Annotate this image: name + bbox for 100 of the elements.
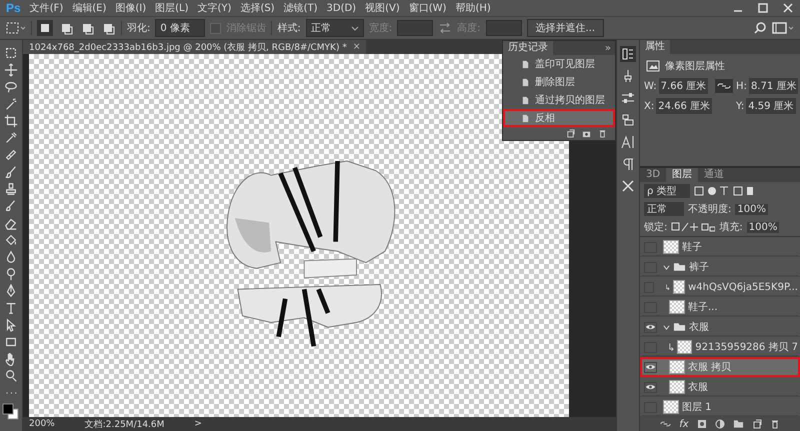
- layer-name: 衣服 拷贝: [688, 360, 732, 374]
- eraser-icon[interactable]: [4, 216, 18, 230]
- menu-item[interactable]: 图层(L): [155, 1, 189, 15]
- bucket-icon[interactable]: [4, 233, 18, 247]
- rectangle-icon[interactable]: [4, 335, 18, 349]
- drop-icon[interactable]: [4, 250, 18, 264]
- expand-caret-icon[interactable]: [663, 324, 670, 330]
- folder-icon: [673, 322, 686, 332]
- selection-mode-icon[interactable]: [37, 20, 53, 36]
- history-brush-icon[interactable]: [4, 199, 18, 213]
- lock-icons-drawing[interactable]: [671, 222, 716, 232]
- app-logo[interactable]: Ps: [6, 1, 21, 15]
- blend-mode-dropdown[interactable]: 正常: [644, 202, 684, 216]
- menu-item[interactable]: 帮助(H): [455, 1, 491, 15]
- layer-name: 衣服: [688, 380, 708, 394]
- width-field[interactable]: [397, 20, 434, 36]
- link-icon[interactable]: [715, 79, 734, 93]
- history-item[interactable]: 删除图层: [503, 73, 615, 91]
- menu-item[interactable]: 图像(I): [115, 1, 146, 15]
- layer-row[interactable]: w4hQsVQ6ja5E5K9P...: [640, 277, 800, 297]
- menu-item[interactable]: 窗口(W): [408, 1, 446, 15]
- panel-tab[interactable]: 3D: [640, 168, 666, 182]
- fill-field[interactable]: 100%: [746, 222, 780, 232]
- collapse-button[interactable]: »: [604, 42, 611, 54]
- wand-icon[interactable]: [4, 97, 18, 111]
- menu-item[interactable]: 视图(V): [365, 1, 400, 15]
- link-icon[interactable]: [660, 420, 672, 428]
- path-select-icon[interactable]: [4, 318, 18, 332]
- history-item[interactable]: 通过拷贝的图层: [503, 91, 615, 109]
- dodge-icon[interactable]: [4, 267, 18, 281]
- mask-icon[interactable]: [696, 419, 707, 429]
- eyedropper-icon[interactable]: [4, 131, 18, 145]
- layer-row[interactable]: 衣服: [640, 317, 800, 337]
- move-icon[interactable]: [4, 63, 18, 77]
- fill-label: 填充:: [719, 220, 743, 234]
- zoom-icon[interactable]: [4, 369, 18, 383]
- dimension-field[interactable]: 4.59 厘米: [746, 98, 796, 114]
- folder-icon[interactable]: [732, 419, 744, 429]
- sliders-icon[interactable]: [620, 90, 636, 106]
- opacity-field[interactable]: 100%: [735, 204, 768, 214]
- menu-item[interactable]: 编辑(E): [72, 1, 106, 15]
- history-item[interactable]: 反相: [503, 109, 615, 127]
- menu-item[interactable]: 3D(D): [326, 2, 356, 14]
- height-field[interactable]: [486, 20, 522, 36]
- properties-tab[interactable]: 属性: [640, 40, 670, 54]
- layer-name: 图层 1: [682, 401, 712, 414]
- tab-close-button[interactable]: ×: [352, 42, 360, 52]
- eye-icon[interactable]: [644, 362, 657, 372]
- layer-row[interactable]: 鞋子: [640, 237, 800, 257]
- menu-item[interactable]: 滤镜(T): [284, 1, 318, 15]
- trash-icon[interactable]: [598, 129, 607, 138]
- history-icon[interactable]: [620, 46, 636, 62]
- new-document-icon[interactable]: [566, 129, 575, 138]
- character-icon[interactable]: [620, 134, 636, 150]
- history-item[interactable]: 盖印可见图层: [503, 55, 615, 73]
- adjustment-icon[interactable]: [714, 419, 725, 429]
- bandage-icon[interactable]: [4, 148, 18, 162]
- history-tab[interactable]: 历史记录: [503, 41, 553, 55]
- type-tool-icon[interactable]: [4, 301, 18, 315]
- layer-row[interactable]: 衣服 拷贝: [640, 357, 800, 377]
- dimension-field[interactable]: 24.66 厘米: [656, 98, 712, 114]
- trash-icon[interactable]: [770, 419, 780, 429]
- layer-row[interactable]: 裤子: [640, 257, 800, 277]
- refine-button[interactable]: 选择并遮住...: [526, 19, 604, 37]
- layer-thumbnail: [669, 380, 685, 394]
- crop-icon[interactable]: [4, 114, 18, 128]
- layer-name: 裤子: [689, 260, 709, 274]
- zoom-level[interactable]: 200%: [29, 419, 55, 429]
- style-dropdown[interactable]: 正常: [306, 19, 364, 37]
- camera-icon[interactable]: [582, 129, 591, 138]
- layer-row[interactable]: 衣服: [640, 377, 800, 397]
- panel-tab[interactable]: 通道: [698, 168, 730, 182]
- eye-icon[interactable]: [644, 322, 657, 332]
- dimension-field[interactable]: 7.66 厘米: [658, 78, 708, 94]
- status-arrow-button[interactable]: >: [194, 419, 202, 429]
- layer-name: 鞋子: [682, 240, 702, 254]
- panel-tab[interactable]: 图层: [666, 168, 698, 182]
- expand-caret-icon[interactable]: [663, 264, 670, 270]
- document-tab[interactable]: 1024x768_2d0ec2333ab16b3.jpg @ 200% (衣服 拷贝, RGB/8#/CMYK) * ×: [23, 40, 366, 54]
- color-swatches-icon[interactable]: [2, 403, 20, 421]
- lasso-icon[interactable]: [4, 80, 18, 94]
- menu-item[interactable]: 选择(S): [240, 1, 275, 15]
- eye-icon[interactable]: [644, 382, 657, 392]
- marquee-icon[interactable]: [4, 46, 18, 60]
- layer-row[interactable]: 鞋子...: [640, 297, 800, 317]
- search-icon[interactable]: [753, 21, 767, 35]
- feather-field[interactable]: 0 像素: [155, 19, 206, 37]
- maximize-icon[interactable]: [757, 2, 769, 14]
- dimension-field[interactable]: 8.71 厘米: [748, 78, 798, 94]
- layer-style-button[interactable]: fx: [679, 418, 689, 430]
- close-icon[interactable]: [782, 2, 794, 14]
- menu-item[interactable]: 文字(Y): [198, 1, 232, 15]
- layer-filter-dropdown[interactable]: ρ 类型: [644, 184, 690, 198]
- new-layer-icon[interactable]: [752, 419, 762, 429]
- workspace-icon[interactable]: [772, 21, 794, 35]
- marquee-icon[interactable]: [6, 21, 26, 35]
- swap-icon[interactable]: [438, 21, 452, 35]
- filter-icons-drawing[interactable]: [694, 186, 754, 196]
- pen-icon[interactable]: [4, 284, 18, 298]
- menu-item[interactable]: 文件(F): [30, 1, 64, 15]
